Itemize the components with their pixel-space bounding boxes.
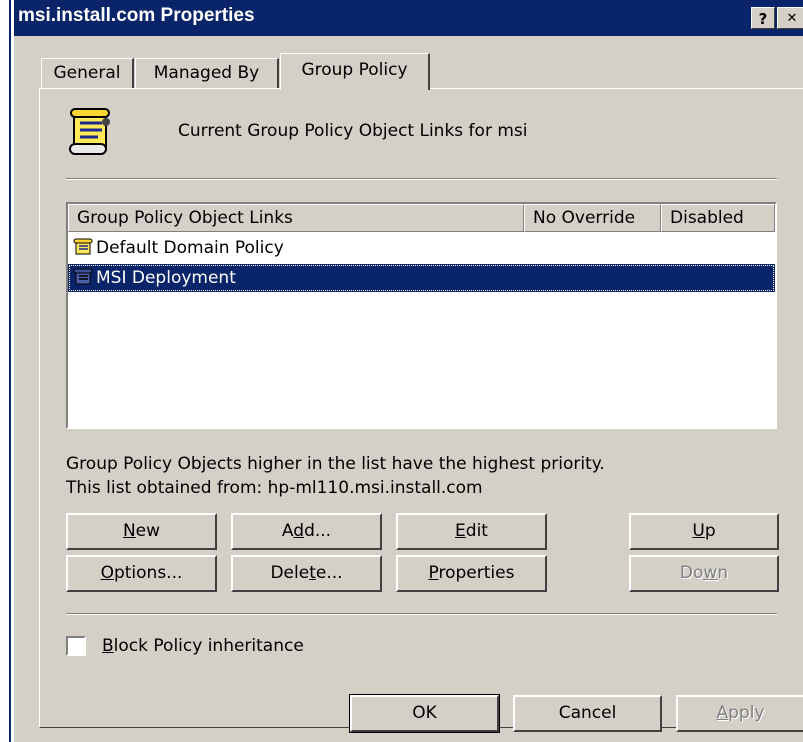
- list-item-label: MSI Deployment: [96, 268, 236, 288]
- edit-button[interactable]: Edit: [396, 513, 547, 550]
- tab-group-policy[interactable]: Group Policy: [280, 53, 430, 90]
- delete-button[interactable]: Delete...: [231, 555, 382, 592]
- block-inheritance-checkbox[interactable]: [66, 636, 86, 656]
- gpo-scroll-icon: [73, 268, 93, 285]
- new-button[interactable]: New: [66, 513, 217, 550]
- up-button[interactable]: Up: [629, 513, 779, 550]
- options-button[interactable]: Options...: [66, 555, 217, 592]
- priority-info-text: Group Policy Objects higher in the list …: [66, 454, 605, 474]
- close-button[interactable]: ✕: [777, 7, 803, 29]
- gpo-scroll-icon: [73, 238, 93, 255]
- add-button[interactable]: Add...: [231, 513, 382, 550]
- column-header-disabled[interactable]: Disabled: [661, 204, 775, 232]
- help-button[interactable]: ?: [751, 7, 775, 29]
- block-inheritance-label: Block Policy inheritance: [102, 636, 304, 656]
- title-bar[interactable]: msi.install.com Properties ? ✕: [14, 0, 803, 36]
- source-info-text: This list obtained from: hp-ml110.msi.in…: [66, 478, 483, 498]
- down-button[interactable]: Down: [629, 555, 779, 592]
- tab-general[interactable]: General: [41, 58, 134, 88]
- properties-dialog: General Managed By Group Policy Current …: [14, 36, 803, 742]
- separator: [66, 613, 777, 615]
- column-header-no-override[interactable]: No Override: [524, 204, 661, 232]
- list-item-msi-deployment[interactable]: MSI Deployment: [68, 264, 775, 292]
- window-edge: [0, 0, 14, 742]
- group-policy-scroll-icon: [69, 108, 110, 155]
- separator: [66, 178, 777, 180]
- cancel-button[interactable]: Cancel: [513, 695, 662, 732]
- ok-button[interactable]: OK: [349, 694, 500, 733]
- list-item-label: Default Domain Policy: [96, 238, 284, 258]
- tab-managed-by[interactable]: Managed By: [135, 58, 279, 88]
- column-header-gpo-links[interactable]: Group Policy Object Links: [68, 204, 524, 232]
- gpo-links-list[interactable]: Group Policy Object Links No Override Di…: [66, 202, 777, 429]
- properties-button[interactable]: Properties: [396, 555, 547, 592]
- list-item-default-domain-policy[interactable]: Default Domain Policy: [68, 234, 775, 262]
- apply-button[interactable]: Apply: [676, 695, 803, 732]
- header-caption: Current Group Policy Object Links for ms…: [178, 121, 528, 141]
- window-title: msi.install.com Properties: [18, 5, 255, 26]
